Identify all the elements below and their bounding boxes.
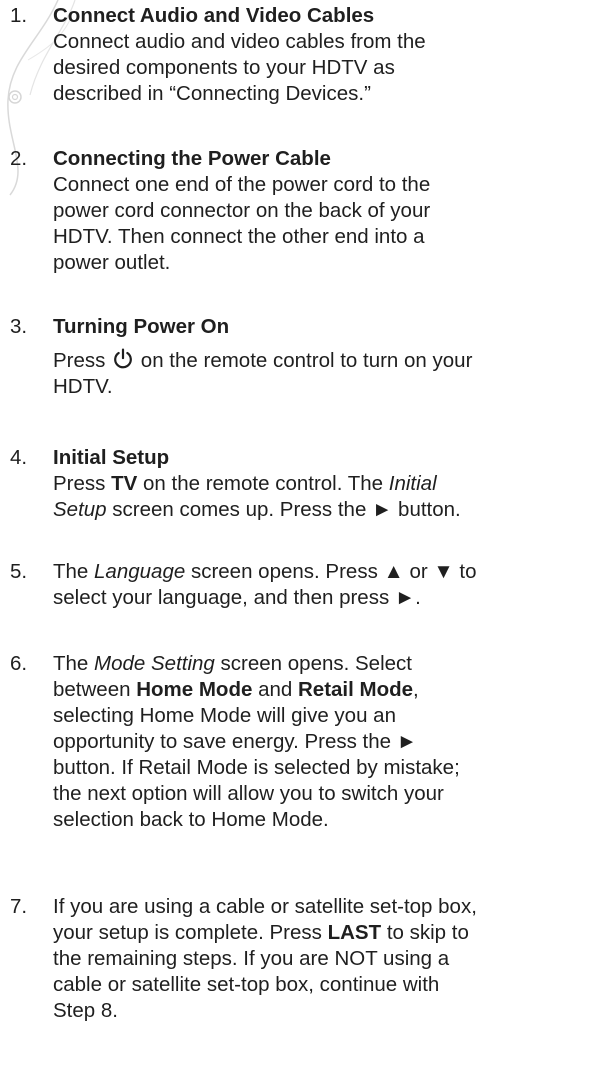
step-title: Initial Setup bbox=[53, 446, 170, 469]
step-line: opportunity to save energy. Press the ► bbox=[53, 730, 418, 753]
step-title: Turning Power On bbox=[53, 315, 230, 338]
step-number: 6. bbox=[10, 652, 28, 675]
step-number: 4. bbox=[10, 446, 28, 469]
step-line: power outlet. bbox=[53, 251, 171, 274]
step-number: 2. bbox=[10, 147, 28, 170]
step-line: the next option will allow you to switch… bbox=[53, 782, 444, 805]
step-number: 7. bbox=[10, 895, 28, 918]
step-line: Setup screen comes up. Press the ► butto… bbox=[53, 498, 461, 521]
step-line: selection back to Home Mode. bbox=[53, 808, 329, 831]
step-title: Connecting the Power Cable bbox=[53, 147, 331, 170]
step-line: your setup is complete. Press LAST to sk… bbox=[53, 921, 469, 944]
step-line: Press TV on the remote control. The Init… bbox=[53, 472, 437, 495]
step-number: 3. bbox=[10, 315, 28, 338]
step-line: described in “Connecting Devices.” bbox=[53, 82, 371, 105]
step-line: select your language, and then press ►. bbox=[53, 586, 421, 609]
step-line: cable or satellite set-top box, continue… bbox=[53, 973, 440, 996]
step-line: Connect audio and video cables from the bbox=[53, 30, 426, 53]
step-line: Connect one end of the power cord to the bbox=[53, 173, 431, 196]
step-line: HDTV. Then connect the other end into a bbox=[53, 225, 425, 248]
step-line: Step 8. bbox=[53, 999, 118, 1022]
step-line: between Home Mode and Retail Mode, bbox=[53, 678, 419, 701]
step-line: The Mode Setting screen opens. Select bbox=[53, 652, 412, 675]
step-line: The Language screen opens. Press ▲ or ▼ … bbox=[53, 560, 477, 583]
step-number: 1. bbox=[10, 4, 28, 27]
step-line: the remaining steps. If you are NOT usin… bbox=[53, 947, 450, 970]
step-line: If you are using a cable or satellite se… bbox=[53, 895, 477, 918]
step-number: 5. bbox=[10, 560, 28, 583]
step-title: Connect Audio and Video Cables bbox=[53, 4, 375, 27]
power-icon bbox=[114, 348, 132, 369]
step-line: HDTV. bbox=[53, 375, 113, 398]
step-line: selecting Home Mode will give you an bbox=[53, 704, 396, 727]
step-line: Press on the remote control to turn on y… bbox=[53, 348, 473, 372]
step-line: button. If Retail Mode is selected by mi… bbox=[53, 756, 460, 779]
step-line: power cord connector on the back of your bbox=[53, 199, 431, 222]
step-line: desired components to your HDTV as bbox=[53, 56, 395, 79]
